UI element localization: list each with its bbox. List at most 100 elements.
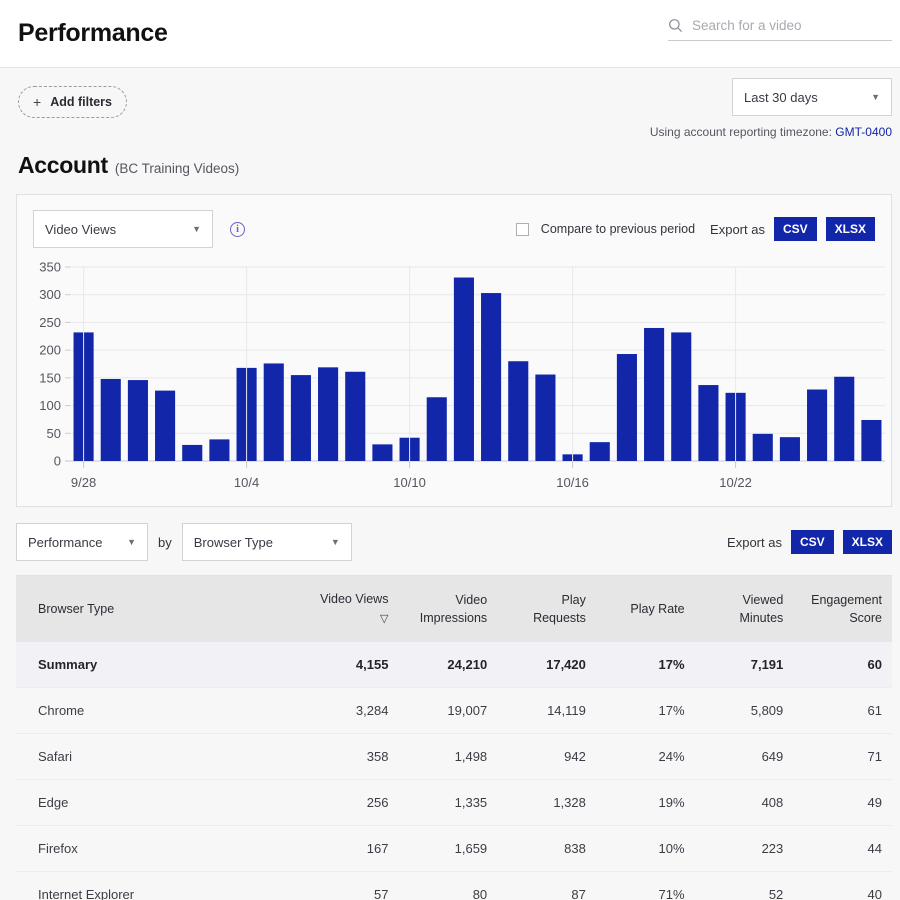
y-axis-tick-label: 150 bbox=[39, 370, 61, 385]
dimension-select[interactable]: Browser Type ▼ bbox=[181, 523, 352, 561]
table-export-csv-button[interactable]: CSV bbox=[790, 530, 834, 554]
metric-select[interactable]: Video Views ▼ bbox=[33, 210, 213, 248]
table-cell-value: 52 bbox=[694, 871, 794, 900]
sort-descending-icon: ▽ bbox=[380, 612, 389, 625]
chart-bar[interactable] bbox=[508, 361, 529, 461]
table-cell-value: 24% bbox=[595, 733, 695, 780]
chart-bar[interactable] bbox=[100, 378, 121, 461]
chart-card: Video Views ▼ i Compare to previous peri… bbox=[16, 194, 892, 507]
chevron-down-icon: ▼ bbox=[330, 537, 340, 547]
table-export-xlsx-button[interactable]: XLSX bbox=[842, 530, 892, 554]
table-column-header[interactable]: Viewed Minutes bbox=[694, 576, 794, 642]
chart-bar[interactable] bbox=[155, 390, 176, 461]
search-input[interactable] bbox=[692, 18, 892, 33]
table-cell-value: 167 bbox=[299, 825, 399, 872]
compare-label: Compare to previous period bbox=[540, 222, 696, 236]
table-cell-value: 14,119 bbox=[497, 687, 596, 734]
chart-bar[interactable] bbox=[182, 444, 203, 461]
compare-checkbox[interactable] bbox=[515, 222, 529, 236]
table-row[interactable]: Edge 256 1,335 1,328 19% 408 49 bbox=[16, 779, 892, 826]
chart-bar[interactable] bbox=[671, 332, 692, 461]
table-cell-value: 5,809 bbox=[694, 687, 794, 734]
dimension-value: Browser Type bbox=[193, 534, 273, 550]
table-row[interactable]: Safari 358 1,498 942 24% 649 71 bbox=[16, 733, 892, 780]
x-axis-tick-label: 10/22 bbox=[719, 475, 752, 490]
table-row[interactable]: Firefox 167 1,659 838 10% 223 44 bbox=[16, 825, 892, 872]
table-cell-value: 87 bbox=[497, 871, 596, 900]
chart-bar[interactable] bbox=[698, 385, 719, 461]
chart-bar[interactable] bbox=[589, 442, 610, 461]
chart-bar[interactable] bbox=[861, 419, 882, 461]
y-axis-tick-label: 200 bbox=[39, 343, 61, 358]
timezone-prefix: Using account reporting timezone: bbox=[649, 125, 832, 139]
search-box[interactable] bbox=[668, 18, 892, 41]
table-cell-value: 7,191 bbox=[694, 641, 794, 688]
chart-bar[interactable] bbox=[372, 444, 393, 461]
info-icon[interactable]: i bbox=[230, 221, 245, 237]
table-column-header[interactable]: Play Rate bbox=[595, 576, 695, 642]
chart-export-xlsx-button[interactable]: XLSX bbox=[825, 217, 875, 241]
chart-bar[interactable] bbox=[535, 374, 556, 461]
chart-bar[interactable] bbox=[263, 363, 284, 461]
chart-bar[interactable] bbox=[807, 389, 828, 462]
chart-bar[interactable] bbox=[752, 433, 773, 461]
timezone-link[interactable]: GMT-0400 bbox=[835, 125, 892, 139]
table-row[interactable]: Summary 4,155 24,210 17,420 17% 7,191 60 bbox=[16, 641, 892, 688]
chart-export-csv-button[interactable]: CSV bbox=[773, 217, 817, 241]
chart-bar[interactable] bbox=[426, 397, 447, 461]
table-column-header[interactable]: Engagement Score bbox=[793, 576, 892, 642]
chart-bar[interactable] bbox=[209, 439, 230, 461]
chart-bar[interactable] bbox=[481, 293, 502, 461]
chart-bar[interactable] bbox=[318, 367, 339, 461]
table-cell-value: 61 bbox=[793, 687, 892, 734]
table-cell-value: 80 bbox=[398, 871, 498, 900]
y-axis-tick-label: 300 bbox=[39, 287, 61, 302]
chart-bar[interactable] bbox=[616, 354, 637, 461]
performance-table-wrapper: Browser Type Video Views ▽ Video Impressio… bbox=[16, 575, 892, 900]
x-axis-tick-label: 10/4 bbox=[234, 475, 259, 490]
chart-bar[interactable] bbox=[127, 380, 148, 461]
by-label: by bbox=[158, 534, 172, 550]
chart-bar[interactable] bbox=[779, 437, 800, 461]
y-axis-tick-label: 50 bbox=[47, 426, 61, 441]
table-cell-value: 1,498 bbox=[398, 733, 498, 780]
chart-bar[interactable] bbox=[453, 277, 474, 461]
chart-bar[interactable] bbox=[290, 375, 311, 461]
table-cell-value: 1,335 bbox=[398, 779, 498, 826]
add-filters-button[interactable]: + Add filters bbox=[18, 86, 127, 118]
table-row[interactable]: Chrome 3,284 19,007 14,119 17% 5,809 61 bbox=[16, 687, 892, 734]
chart-bar[interactable] bbox=[834, 376, 855, 461]
search-icon bbox=[668, 18, 683, 33]
add-filters-label: Add filters bbox=[50, 95, 112, 109]
table-column-header[interactable]: Browser Type bbox=[16, 576, 300, 642]
table-export-label: Export as bbox=[727, 534, 782, 550]
table-cell-label: Summary bbox=[16, 641, 300, 688]
y-axis-tick-label: 250 bbox=[39, 315, 61, 330]
table-row[interactable]: Internet Explorer 57 80 87 71% 52 40 bbox=[16, 871, 892, 900]
table-cell-value: 44 bbox=[793, 825, 892, 872]
table-cell-value: 17,420 bbox=[497, 641, 596, 688]
table-column-header[interactable]: Video Impressions bbox=[398, 576, 498, 642]
table-cell-value: 256 bbox=[299, 779, 399, 826]
table-column-header[interactable]: Video Views ▽ bbox=[299, 576, 399, 642]
date-range-select[interactable]: Last 30 days ▼ bbox=[732, 78, 892, 116]
table-cell-value: 19% bbox=[595, 779, 695, 826]
video-views-bar-chart: 0 50 100 150 200 250 300 350 9/28 10/4 10/10 10/16 1… bbox=[17, 256, 891, 506]
table-cell-value: 3,284 bbox=[299, 687, 399, 734]
chart-bar[interactable] bbox=[345, 371, 366, 461]
table-column-header[interactable]: Play Requests bbox=[497, 576, 596, 642]
table-cell-value: 223 bbox=[694, 825, 794, 872]
table-cell-value: 40 bbox=[793, 871, 892, 900]
table-header-row: Browser Type Video Views ▽ Video Impressio… bbox=[16, 576, 892, 642]
account-title: Account bbox=[18, 152, 108, 178]
table-cell-value: 10% bbox=[595, 825, 695, 872]
y-axis-tick-label: 0 bbox=[54, 454, 61, 469]
table-cell-value: 71 bbox=[793, 733, 892, 780]
table-cell-value: 838 bbox=[497, 825, 596, 872]
chart-bar[interactable] bbox=[644, 327, 665, 461]
table-cell-value: 17% bbox=[595, 687, 695, 734]
report-type-select[interactable]: Performance ▼ bbox=[16, 523, 148, 561]
table-export-group: Export as CSV XLSX bbox=[721, 530, 892, 554]
x-axis-tick-label: 10/16 bbox=[556, 475, 589, 490]
chevron-down-icon: ▼ bbox=[871, 92, 880, 102]
